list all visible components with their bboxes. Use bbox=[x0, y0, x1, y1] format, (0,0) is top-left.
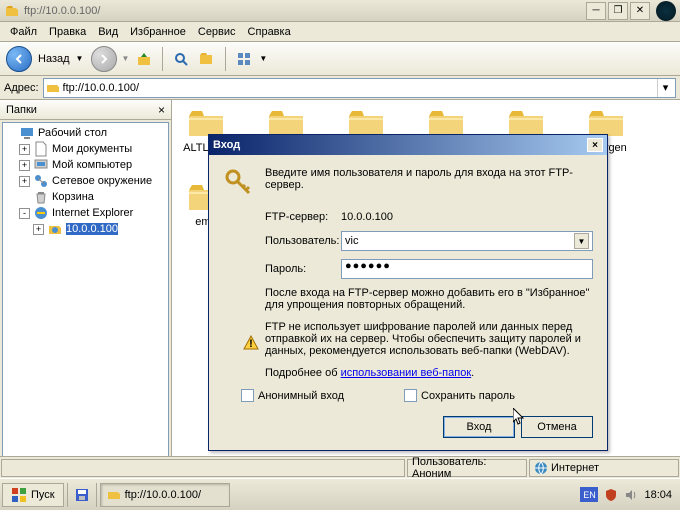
tree-item-5[interactable]: - Internet Explorer bbox=[5, 205, 166, 221]
tray-volume-icon[interactable] bbox=[624, 488, 638, 502]
user-label: Пользователь: bbox=[265, 235, 341, 247]
save-password-checkbox[interactable]: Сохранить пароль bbox=[404, 389, 515, 402]
up-button[interactable] bbox=[133, 48, 155, 70]
tree-item-3[interactable]: + Сетевое окружение bbox=[5, 173, 166, 189]
docs-icon bbox=[33, 141, 49, 157]
back-button[interactable] bbox=[6, 46, 32, 72]
forward-button bbox=[91, 46, 117, 72]
ie-icon bbox=[4, 3, 20, 19]
address-input[interactable] bbox=[63, 82, 657, 94]
quicklaunch-save-icon[interactable] bbox=[71, 484, 93, 506]
recycle-icon bbox=[33, 189, 49, 205]
language-indicator[interactable]: EN bbox=[580, 487, 598, 502]
tree-label: Рабочий стол bbox=[38, 127, 107, 139]
expand-icon[interactable]: + bbox=[19, 144, 30, 155]
anonymous-checkbox[interactable]: Анонимный вход bbox=[241, 389, 344, 402]
tree-label: 10.0.0.100 bbox=[66, 223, 118, 235]
search-button[interactable] bbox=[170, 48, 192, 70]
tree-item-6[interactable]: +10.0.0.100 bbox=[5, 221, 166, 237]
dialog-close-icon[interactable]: × bbox=[587, 138, 603, 152]
minimize-button[interactable]: ─ bbox=[586, 2, 606, 20]
network-icon bbox=[33, 173, 49, 189]
forward-dropdown-icon[interactable]: ▼ bbox=[121, 54, 129, 63]
user-input[interactable] bbox=[345, 235, 574, 247]
status-user: Пользователь: Аноним bbox=[407, 459, 527, 477]
tree-label: Мой компьютер bbox=[52, 159, 132, 171]
menu-service[interactable]: Сервис bbox=[192, 24, 242, 40]
views-dropdown-icon[interactable]: ▼ bbox=[259, 54, 267, 63]
tree-item-2[interactable]: + Мой компьютер bbox=[5, 157, 166, 173]
tree-item-4[interactable]: Корзина bbox=[5, 189, 166, 205]
tree-item-1[interactable]: + Мои документы bbox=[5, 141, 166, 157]
more-label: Подробнее об bbox=[265, 367, 341, 379]
server-label: FTP-сервер: bbox=[265, 211, 341, 223]
address-dropdown-icon[interactable]: ▾ bbox=[657, 79, 673, 97]
computer-icon bbox=[33, 157, 49, 173]
menu-file[interactable]: Файл bbox=[4, 24, 43, 40]
tree-label: Мои документы bbox=[52, 143, 132, 155]
user-dropdown-icon[interactable]: ▼ bbox=[574, 233, 589, 249]
tree-item-0[interactable]: Рабочий стол bbox=[5, 125, 166, 141]
ftp-icon bbox=[47, 221, 63, 237]
password-label: Пароль: bbox=[265, 263, 341, 275]
start-button[interactable]: Пуск bbox=[2, 483, 64, 507]
back-dropdown-icon[interactable]: ▼ bbox=[76, 54, 84, 63]
password-input[interactable] bbox=[345, 260, 589, 272]
dialog-note2: FTP не использует шифрование паролей или… bbox=[265, 321, 593, 357]
status-zone: Интернет bbox=[529, 459, 679, 477]
start-icon bbox=[11, 487, 27, 503]
tree-label: Корзина bbox=[52, 191, 94, 203]
menu-edit[interactable]: Правка bbox=[43, 24, 92, 40]
address-label: Адрес: bbox=[4, 82, 39, 94]
cancel-button[interactable]: Отмена bbox=[521, 416, 593, 438]
dialog-note1: После входа на FTP-сервер можно добавить… bbox=[223, 287, 593, 311]
webdav-link[interactable]: использовании веб-папок bbox=[341, 367, 472, 379]
expand-icon[interactable]: + bbox=[19, 176, 30, 187]
status-main bbox=[1, 459, 405, 477]
ie-icon bbox=[33, 205, 49, 221]
server-value: 10.0.0.100 bbox=[341, 211, 593, 223]
dialog-intro: Введите имя пользователя и пароль для вх… bbox=[265, 167, 593, 191]
sidebar-title: Папки bbox=[6, 104, 37, 116]
address-icon bbox=[46, 81, 60, 95]
expand-icon[interactable]: - bbox=[19, 208, 30, 219]
keys-icon bbox=[223, 167, 255, 199]
taskbar-item[interactable]: ftp://10.0.0.100/ bbox=[100, 483, 230, 507]
globe-icon bbox=[534, 461, 548, 475]
task-ie-icon bbox=[107, 488, 121, 502]
views-button[interactable] bbox=[233, 48, 255, 70]
sidebar-close-icon[interactable]: × bbox=[158, 103, 165, 117]
close-button[interactable]: ✕ bbox=[630, 2, 650, 20]
window-title: ftp://10.0.0.100/ bbox=[24, 5, 584, 17]
folders-button[interactable] bbox=[196, 48, 218, 70]
branding-orb-icon bbox=[656, 1, 676, 21]
folder-tree: Рабочий стол + Мои документы + Мой компьютер… bbox=[2, 122, 169, 476]
warning-icon: ! bbox=[243, 335, 259, 351]
menu-favorites[interactable]: Избранное bbox=[124, 24, 192, 40]
menu-view[interactable]: Вид bbox=[92, 24, 124, 40]
back-label[interactable]: Назад bbox=[38, 53, 70, 65]
menu-help[interactable]: Справка bbox=[242, 24, 297, 40]
tree-label: Internet Explorer bbox=[52, 207, 133, 219]
login-button[interactable]: Вход bbox=[443, 416, 515, 438]
tray-shield-icon[interactable] bbox=[604, 488, 618, 502]
desktop-icon bbox=[19, 125, 35, 141]
maximize-button[interactable]: ❐ bbox=[608, 2, 628, 20]
tree-label: Сетевое окружение bbox=[52, 175, 152, 187]
expand-icon[interactable]: + bbox=[33, 224, 44, 235]
dialog-title: Вход bbox=[213, 139, 240, 151]
clock[interactable]: 18:04 bbox=[644, 489, 672, 501]
login-dialog: Вход × Введите имя пользователя и пароль… bbox=[208, 134, 608, 451]
svg-text:!: ! bbox=[249, 338, 253, 350]
expand-icon[interactable]: + bbox=[19, 160, 30, 171]
